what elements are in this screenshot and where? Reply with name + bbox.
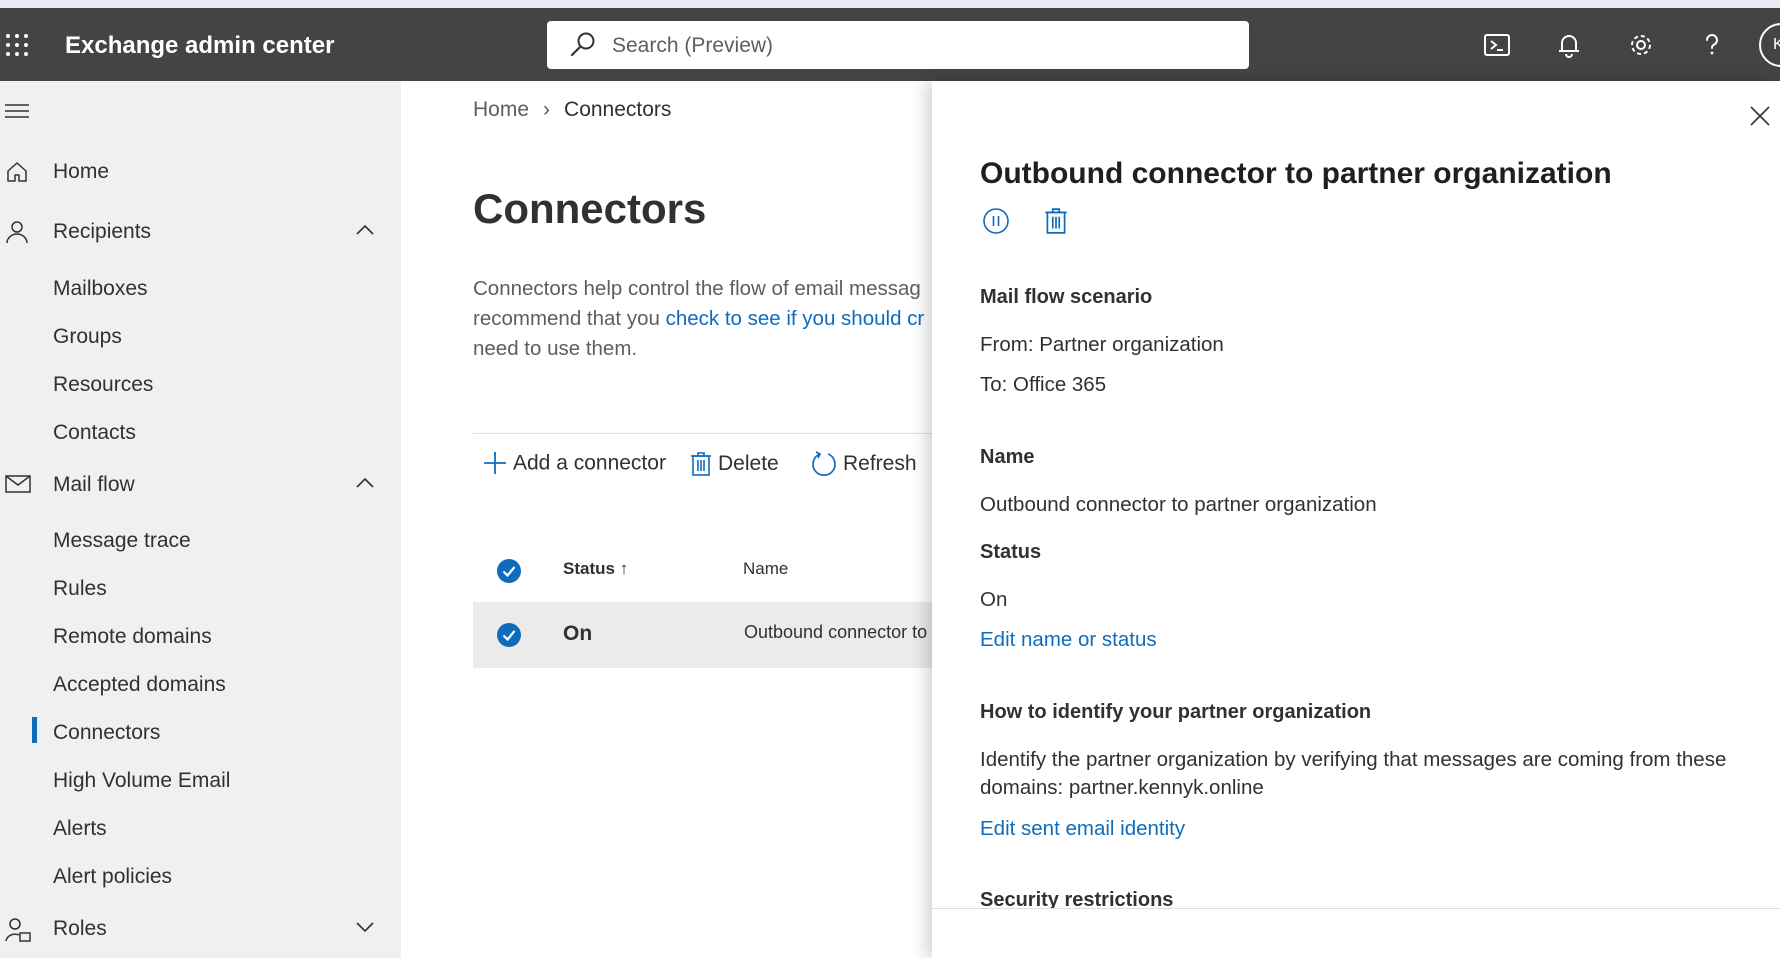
sidebar-item-label: Recipients [53, 220, 152, 243]
description-line-1: Connectors help control the flow of emai… [473, 277, 921, 300]
top-bar: Exchange admin center Search (Preview) K [0, 8, 1780, 81]
chevron-up-icon[interactable] [356, 224, 374, 236]
sidebar-item-remote-domains[interactable]: Remote domains [53, 625, 212, 649]
chevron-up-icon[interactable] [356, 477, 374, 489]
breadcrumb-home[interactable]: Home [473, 98, 529, 121]
roles-icon [5, 918, 31, 942]
identify-partner-heading: How to identify your partner organizatio… [980, 701, 1372, 723]
divider [473, 433, 932, 434]
refresh-icon [812, 451, 836, 477]
hamburger-menu-icon[interactable] [5, 103, 29, 119]
select-all-checkbox[interactable] [497, 559, 521, 583]
delete-label: Delete [718, 452, 779, 475]
add-connector-button[interactable]: Add a connector [483, 451, 666, 491]
sidebar-item-label: Home [53, 160, 110, 183]
edit-name-status-link[interactable]: Edit name or status [980, 628, 1157, 652]
mail-flow-scenario-heading: Mail flow scenario [980, 286, 1153, 308]
scenario-from: From: Partner organization [980, 333, 1224, 356]
person-icon [6, 221, 28, 244]
bell-icon[interactable] [1554, 30, 1584, 60]
breadcrumb-current: Connectors [564, 98, 672, 121]
sort-ascending-icon: ↑ [619, 559, 629, 578]
row-checkbox[interactable] [497, 623, 521, 647]
active-indicator [32, 717, 37, 743]
sidebar-item-rules[interactable]: Rules [53, 577, 107, 601]
page-description: Connectors help control the flow of emai… [473, 274, 932, 364]
app-title: Exchange admin center [65, 32, 335, 59]
sidebar-item-home[interactable]: Home [0, 152, 401, 192]
search-input[interactable]: Search (Preview) [547, 21, 1249, 69]
refresh-label: Refresh [843, 452, 917, 475]
sidebar-item-mail-flow[interactable]: Mail flow [0, 465, 401, 505]
sidebar: Home Recipients Mailboxes Groups Resourc… [0, 81, 401, 958]
name-value: Outbound connector to partner organizati… [980, 493, 1377, 516]
page-title: Connectors [473, 185, 707, 232]
sidebar-item-high-volume-email[interactable]: High Volume Email [53, 769, 230, 793]
column-header-name[interactable]: Name [743, 559, 788, 579]
close-icon[interactable] [1750, 106, 1770, 126]
table-row[interactable]: On Outbound connector to [473, 602, 932, 668]
trash-icon [691, 452, 711, 476]
name-heading: Name [980, 446, 1035, 468]
status-value: On [980, 588, 1008, 611]
trash-icon[interactable] [1044, 207, 1068, 235]
panel-actions [982, 207, 1068, 240]
sidebar-item-message-trace[interactable]: Message trace [53, 529, 191, 553]
pause-icon[interactable] [982, 207, 1010, 235]
panel-footer [932, 908, 1780, 958]
sidebar-item-alerts[interactable]: Alerts [53, 817, 107, 841]
delete-button[interactable]: Delete [690, 451, 779, 491]
search-icon [570, 32, 595, 57]
sidebar-item-groups[interactable]: Groups [53, 325, 122, 349]
description-link[interactable]: check to see if you should cr [666, 307, 925, 330]
sidebar-item-mailboxes[interactable]: Mailboxes [53, 277, 148, 301]
search-placeholder: Search (Preview) [612, 34, 774, 57]
sidebar-item-alert-policies[interactable]: Alert policies [53, 865, 172, 889]
identify-partner-text: Identify the partner organization by ver… [980, 748, 1727, 799]
plus-icon [484, 452, 506, 475]
sidebar-item-label: Mail flow [53, 473, 135, 496]
status-heading: Status [980, 541, 1042, 563]
add-connector-label: Add a connector [513, 451, 666, 475]
row-name: Outbound connector to [744, 622, 928, 642]
help-icon[interactable] [1697, 30, 1727, 60]
connector-details-panel: Outbound connector to partner organizati… [932, 81, 1780, 958]
main-content: Home › Connectors Connectors Connectors he… [401, 81, 932, 958]
gear-icon[interactable] [1626, 30, 1656, 60]
app-launcher-icon[interactable] [5, 33, 29, 57]
top-strip [0, 0, 1780, 8]
sidebar-item-contacts[interactable]: Contacts [53, 421, 136, 445]
panel-title: Outbound connector to partner organizati… [980, 157, 1612, 190]
refresh-button[interactable]: Refresh [811, 451, 917, 491]
edit-sent-email-identity-link[interactable]: Edit sent email identity [980, 817, 1185, 841]
sidebar-item-roles[interactable]: Roles [0, 909, 401, 949]
sidebar-item-connectors[interactable]: Connectors [53, 721, 160, 745]
cloud-shell-icon[interactable] [1482, 30, 1512, 60]
home-icon [7, 162, 27, 182]
avatar[interactable]: K [1759, 23, 1780, 67]
description-line-3: need to use them. [473, 337, 638, 360]
chevron-down-icon[interactable] [356, 921, 374, 933]
breadcrumb: Home › Connectors [473, 98, 671, 122]
scenario-to: To: Office 365 [980, 373, 1107, 396]
sidebar-item-label: Roles [53, 917, 107, 940]
chevron-right-icon: › [543, 98, 551, 121]
sidebar-item-recipients[interactable]: Recipients [0, 212, 401, 252]
mail-icon [5, 475, 31, 493]
sidebar-item-accepted-domains[interactable]: Accepted domains [53, 673, 226, 697]
sidebar-item-resources[interactable]: Resources [53, 373, 153, 397]
row-status: On [563, 622, 593, 645]
column-header-status[interactable]: Status ↑ [563, 559, 628, 579]
description-line-2: recommend that you [473, 307, 666, 330]
